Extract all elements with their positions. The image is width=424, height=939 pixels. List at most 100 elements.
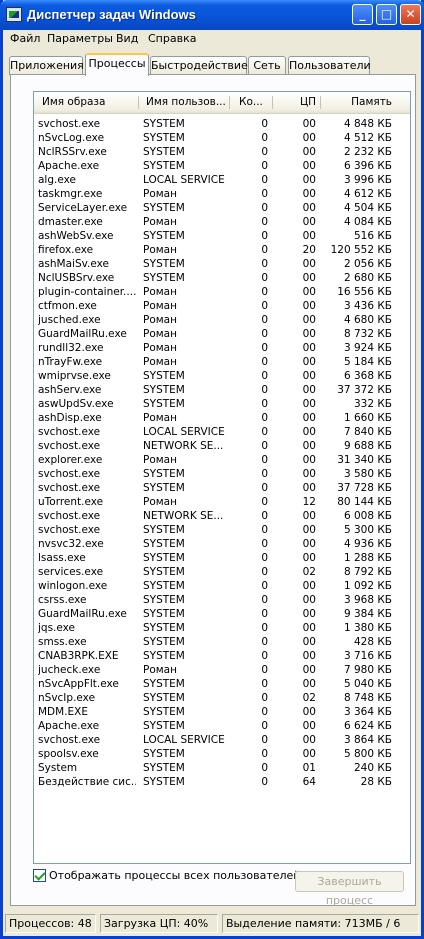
process-row[interactable]: spoolsv.exe SYSTEM 0 00 5 800 КБ: [34, 748, 410, 762]
column-divider[interactable]: [229, 96, 230, 109]
process-row[interactable]: smss.exe SYSTEM 0 00 428 КБ: [34, 636, 410, 650]
process-row[interactable]: jqs.exe SYSTEM 0 00 1 380 КБ: [34, 622, 410, 636]
process-row[interactable]: nvsvc32.exe SYSTEM 0 00 4 936 КБ: [34, 538, 410, 552]
process-row[interactable]: svchost.exe SYSTEM 0 00 3 580 КБ: [34, 468, 410, 482]
process-row[interactable]: svchost.exe NETWORK SE... 0 00 9 688 КБ: [34, 440, 410, 454]
process-user-name: SYSTEM: [143, 538, 185, 550]
process-row[interactable]: nSvcLog.exe SYSTEM 0 00 4 512 КБ: [34, 132, 410, 146]
process-user-name: Роман: [143, 216, 177, 228]
process-row[interactable]: firefox.exe Роман 0 20 120 552 КБ: [34, 244, 410, 258]
process-row[interactable]: ashDisp.exe Роман 0 00 1 660 КБ: [34, 412, 410, 426]
process-user-name: SYSTEM: [143, 146, 185, 158]
process-row[interactable]: svchost.exe LOCAL SERVICE 0 00 7 840 КБ: [34, 426, 410, 440]
menu-view[interactable]: Вид: [116, 32, 138, 45]
process-image-name: firefox.exe: [38, 244, 94, 256]
process-row[interactable]: svchost.exe SYSTEM 0 00 4 848 КБ: [34, 118, 410, 132]
process-row[interactable]: services.exe SYSTEM 0 02 8 792 КБ: [34, 566, 410, 580]
process-memory: 80 144 КБ: [337, 496, 392, 508]
process-row[interactable]: NclUSBSrv.exe SYSTEM 0 00 2 680 КБ: [34, 272, 410, 286]
column-session[interactable]: Ко...: [239, 96, 271, 108]
process-row[interactable]: MDM.EXE SYSTEM 0 00 3 364 КБ: [34, 706, 410, 720]
process-row[interactable]: uTorrent.exe Роман 0 12 80 144 КБ: [34, 496, 410, 510]
tab-processes[interactable]: Процессы: [85, 53, 149, 76]
process-session: 0: [261, 496, 268, 508]
process-row[interactable]: svchost.exe SYSTEM 0 00 37 728 КБ: [34, 482, 410, 496]
tab-performance[interactable]: Быстродействие: [150, 56, 248, 75]
process-row[interactable]: System SYSTEM 0 01 240 КБ: [34, 762, 410, 776]
column-cpu[interactable]: ЦП: [280, 96, 316, 108]
show-all-processes-checkbox[interactable]: [33, 869, 46, 882]
process-image-name: NclUSBSrv.exe: [38, 272, 115, 284]
process-row[interactable]: svchost.exe LOCAL SERVICE 0 00 3 864 КБ: [34, 734, 410, 748]
process-row[interactable]: ashWebSv.exe SYSTEM 0 00 516 КБ: [34, 230, 410, 244]
process-user-name: Роман: [143, 286, 177, 298]
tab-applications[interactable]: Приложения: [9, 56, 84, 75]
process-session: 0: [261, 454, 268, 466]
process-row[interactable]: ashMaiSv.exe SYSTEM 0 00 2 056 КБ: [34, 258, 410, 272]
process-cpu: 00: [302, 664, 316, 676]
process-row[interactable]: CNAB3RPK.EXE SYSTEM 0 00 3 716 КБ: [34, 650, 410, 664]
process-cpu: 00: [302, 258, 316, 270]
process-row[interactable]: lsass.exe SYSTEM 0 00 1 288 КБ: [34, 552, 410, 566]
process-row[interactable]: wmiprvse.exe SYSTEM 0 00 6 368 КБ: [34, 370, 410, 384]
column-user-name[interactable]: Имя пользов...: [146, 96, 226, 108]
process-user-name: SYSTEM: [143, 608, 185, 620]
process-cpu: 00: [302, 622, 316, 634]
tab-network[interactable]: Сеть: [248, 56, 286, 75]
process-row[interactable]: winlogon.exe SYSTEM 0 00 1 092 КБ: [34, 580, 410, 594]
process-user-name: Роман: [143, 664, 177, 676]
process-session: 0: [261, 356, 268, 368]
process-row[interactable]: ServiceLayer.exe SYSTEM 0 00 4 504 КБ: [34, 202, 410, 216]
process-row[interactable]: csrss.exe SYSTEM 0 00 3 968 КБ: [34, 594, 410, 608]
process-image-name: ashDisp.exe: [38, 412, 102, 424]
process-memory: 4 680 КБ: [343, 314, 392, 326]
process-row[interactable]: taskmgr.exe Роман 0 00 4 612 КБ: [34, 188, 410, 202]
process-row[interactable]: svchost.exe SYSTEM 0 00 5 300 КБ: [34, 524, 410, 538]
process-row[interactable]: explorer.exe Роман 0 00 31 340 КБ: [34, 454, 410, 468]
maximize-button[interactable]: □: [376, 4, 397, 25]
process-session: 0: [261, 748, 268, 760]
process-row[interactable]: svchost.exe NETWORK SE... 0 00 6 008 КБ: [34, 510, 410, 524]
process-memory: 3 716 КБ: [343, 650, 392, 662]
process-session: 0: [261, 692, 268, 704]
process-row[interactable]: Apache.exe SYSTEM 0 00 6 624 КБ: [34, 720, 410, 734]
process-row[interactable]: ashServ.exe SYSTEM 0 00 37 372 КБ: [34, 384, 410, 398]
process-row[interactable]: jucheck.exe Роман 0 00 7 980 КБ: [34, 664, 410, 678]
process-row[interactable]: nTrayFw.exe Роман 0 00 5 184 КБ: [34, 356, 410, 370]
process-image-name: svchost.exe: [38, 440, 101, 452]
process-row[interactable]: nSvcIp.exe SYSTEM 0 02 8 748 КБ: [34, 692, 410, 706]
process-row[interactable]: alg.exe LOCAL SERVICE 0 00 3 996 КБ: [34, 174, 410, 188]
column-divider[interactable]: [138, 96, 139, 109]
column-divider[interactable]: [272, 96, 273, 109]
process-cpu: 00: [302, 188, 316, 200]
process-row[interactable]: GuardMailRu.exe Роман 0 00 8 732 КБ: [34, 328, 410, 342]
column-memory[interactable]: Память: [324, 96, 392, 108]
process-row[interactable]: NclRSSrv.exe SYSTEM 0 00 2 232 КБ: [34, 146, 410, 160]
process-row[interactable]: jusched.exe Роман 0 00 4 680 КБ: [34, 314, 410, 328]
process-row[interactable]: Бездействие сис... SYSTEM 0 64 28 КБ: [34, 776, 410, 790]
title-bar[interactable]: Диспетчер задач Windows _ □ ✕: [0, 0, 424, 30]
process-row[interactable]: plugin-container.... Роман 0 00 16 556 КБ: [34, 286, 410, 300]
process-row[interactable]: rundll32.exe Роман 0 00 3 924 КБ: [34, 342, 410, 356]
menu-options[interactable]: Параметры: [47, 32, 113, 45]
process-user-name: Роман: [143, 314, 177, 326]
process-row[interactable]: nSvcAppFlt.exe SYSTEM 0 00 5 040 КБ: [34, 678, 410, 692]
end-process-button[interactable]: Завершить процесс: [295, 871, 404, 907]
process-user-name: SYSTEM: [143, 272, 185, 284]
close-button[interactable]: ✕: [400, 4, 421, 25]
minimize-button[interactable]: _: [352, 4, 373, 25]
tab-users[interactable]: Пользователи: [288, 56, 371, 75]
process-memory: 4 936 КБ: [343, 538, 392, 550]
column-divider[interactable]: [320, 96, 321, 109]
process-list[interactable]: Имя образа Имя пользов... Ко... ЦП Памят…: [33, 91, 411, 864]
menu-file[interactable]: Файл: [10, 32, 40, 45]
process-memory: 37 728 КБ: [337, 482, 392, 494]
process-row[interactable]: Apache.exe SYSTEM 0 00 6 396 КБ: [34, 160, 410, 174]
process-row[interactable]: dmaster.exe Роман 0 00 4 084 КБ: [34, 216, 410, 230]
column-image-name[interactable]: Имя образа: [42, 96, 137, 108]
menu-help[interactable]: Справка: [148, 32, 196, 45]
process-row[interactable]: GuardMailRu.exe SYSTEM 0 00 9 384 КБ: [34, 608, 410, 622]
process-row[interactable]: aswUpdSv.exe SYSTEM 0 00 332 КБ: [34, 398, 410, 412]
process-user-name: Роман: [143, 454, 177, 466]
process-row[interactable]: ctfmon.exe Роман 0 00 3 436 КБ: [34, 300, 410, 314]
